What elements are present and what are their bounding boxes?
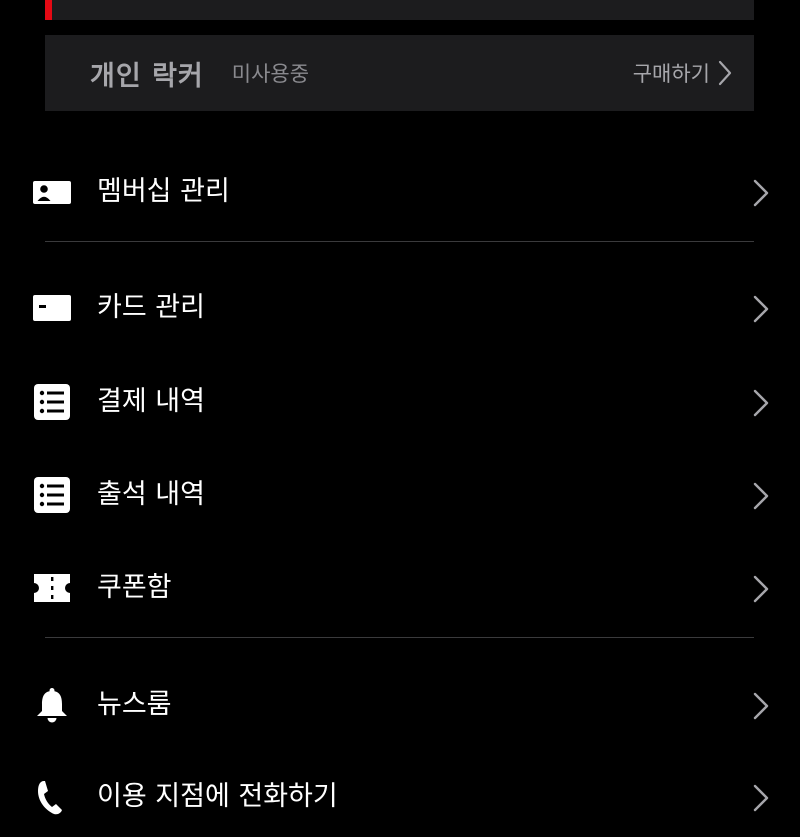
menu-item-label: 결제 내역 [97,386,205,417]
menu-item-coupon-box[interactable]: 쿠폰함 [0,548,800,628]
chevron-right-icon [753,295,769,323]
phone-icon [38,781,62,815]
bell-icon [37,688,67,723]
menu-item-label: 이용 지점에 전화하기 [97,781,338,812]
divider [45,241,754,242]
menu-item-call-branch[interactable]: 이용 지점에 전화하기 [0,757,800,837]
locker-title: 개인 락커 [90,60,204,92]
menu-item-label: 카드 관리 [97,292,205,323]
menu-item-label: 뉴스룸 [97,689,172,720]
chevron-right-icon [753,482,769,510]
chevron-right-icon [753,179,769,207]
chevron-right-icon [753,692,769,720]
chevron-right-icon [753,389,769,417]
locker-buy-button[interactable]: 구매하기 [633,58,732,88]
accent-bar [45,0,52,20]
personal-locker-banner: 개인 락커 미사용중 구매하기 [45,35,754,111]
menu-item-label: 출석 내역 [97,479,205,510]
menu-item-membership[interactable]: 멤버십 관리 [0,152,800,232]
menu-item-card-management[interactable]: 카드 관리 [0,268,800,348]
list-icon [34,384,70,420]
chevron-right-icon [753,575,769,603]
menu-item-label: 쿠폰함 [97,572,172,603]
locker-status: 미사용중 [231,62,310,86]
coupon-icon [34,574,70,602]
menu-item-newsroom[interactable]: 뉴스룸 [0,665,800,745]
chevron-right-icon [753,784,769,812]
member-card-icon [33,181,71,204]
locker-buy-label: 구매하기 [632,62,710,86]
menu-item-attendance-history[interactable]: 출석 내역 [0,455,800,535]
card-icon [33,295,71,321]
chevron-right-icon [718,60,732,86]
menu-item-payment-history[interactable]: 결제 내역 [0,362,800,442]
top-card [45,0,754,20]
list-icon [34,477,70,513]
divider [45,637,754,638]
menu-item-label: 멤버십 관리 [97,176,230,207]
